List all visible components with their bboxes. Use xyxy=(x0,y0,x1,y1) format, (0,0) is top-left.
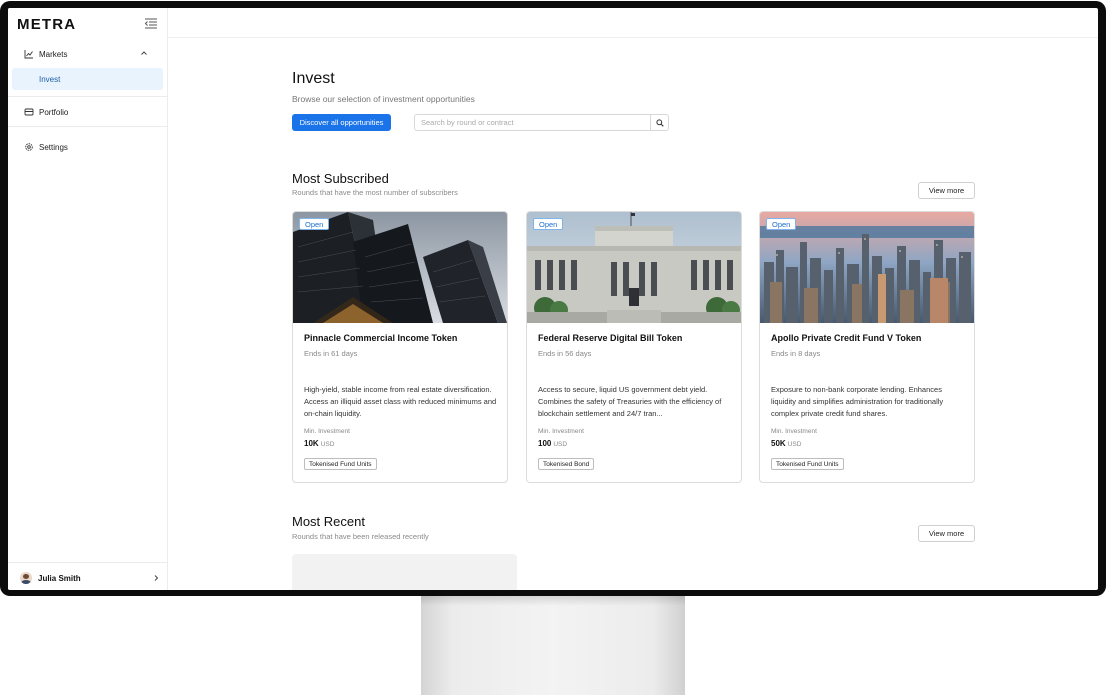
sidebar-collapse-icon[interactable] xyxy=(144,17,158,30)
most-recent-subtitle: Rounds that have been released recently xyxy=(292,532,429,541)
card-description: Exposure to non-bank corporate lending. … xyxy=(771,385,944,418)
sidebar-item-invest[interactable]: Invest xyxy=(12,68,163,90)
discover-all-button[interactable]: Discover all opportunities xyxy=(292,114,391,131)
asset-type-tag: Tokenised Fund Units xyxy=(771,458,844,470)
investment-card[interactable]: Open Federal Reserve Digital Bill Token … xyxy=(526,211,742,483)
card-title: Apollo Private Credit Fund V Token xyxy=(771,333,922,343)
screen: METRA Markets Invest Portfolio Settings … xyxy=(8,8,1098,590)
min-investment-value: 100 USD xyxy=(538,439,568,448)
brand-logo[interactable]: METRA xyxy=(17,16,76,33)
card-ends: Ends in 8 days xyxy=(771,349,821,358)
currency: USD xyxy=(787,441,802,448)
sidebar-item-markets[interactable]: Markets xyxy=(24,46,158,62)
sidebar-item-label: Settings xyxy=(39,142,68,152)
sidebar-item-portfolio[interactable]: Portfolio xyxy=(24,104,158,120)
search-button[interactable] xyxy=(650,115,668,130)
main-content: Invest Browse our selection of investmen… xyxy=(168,38,1098,590)
card-description: Access to secure, liquid US government d… xyxy=(538,385,722,418)
currency: USD xyxy=(553,441,568,448)
user-name: Julia Smith xyxy=(38,573,81,583)
most-recent-title: Most Recent xyxy=(292,514,365,529)
status-badge: Open xyxy=(299,218,330,230)
investment-card[interactable]: Open Pinnacle Commercial Income Token En… xyxy=(292,211,508,483)
sidebar-divider xyxy=(8,126,168,127)
min-investment-label: Min. Investment xyxy=(304,428,350,435)
card-description: High-yield, stable income from real esta… xyxy=(304,385,497,418)
most-subscribed-view-more-button[interactable]: View more xyxy=(918,182,975,199)
chevron-right-icon xyxy=(152,574,160,582)
investment-card[interactable]: Open Apollo Private Credit Fund V Token … xyxy=(759,211,975,483)
min-investment-label: Min. Investment xyxy=(771,428,817,435)
most-subscribed-title: Most Subscribed xyxy=(292,171,389,186)
most-subscribed-subtitle: Rounds that have the most number of subs… xyxy=(292,188,458,197)
min-investment-value: 10K USD xyxy=(304,439,335,448)
portfolio-icon xyxy=(24,107,34,117)
sidebar-item-label: Markets xyxy=(39,49,68,59)
sidebar-item-label: Portfolio xyxy=(39,107,69,117)
chart-line-icon xyxy=(24,49,34,59)
card-title: Federal Reserve Digital Bill Token xyxy=(538,333,683,343)
status-badge: Open xyxy=(766,218,797,230)
avatar xyxy=(20,572,32,584)
sidebar-item-settings[interactable]: Settings xyxy=(24,139,158,155)
sidebar-divider xyxy=(8,562,168,563)
monitor-frame: METRA Markets Invest Portfolio Settings … xyxy=(0,1,1106,596)
chevron-up-icon[interactable] xyxy=(140,49,148,57)
page-title: Invest xyxy=(292,70,335,87)
page-subtitle: Browse our selection of investment oppor… xyxy=(292,94,475,104)
top-bar xyxy=(168,8,1098,38)
card-title: Pinnacle Commercial Income Token xyxy=(304,333,458,343)
min-investment-value: 50K USD xyxy=(771,439,802,448)
min-investment-label: Min. Investment xyxy=(538,428,584,435)
currency: USD xyxy=(320,441,335,448)
monitor-stand-shadow xyxy=(421,596,685,606)
status-badge: Open xyxy=(533,218,564,230)
gear-icon xyxy=(24,142,34,152)
sidebar-item-label: Invest xyxy=(39,74,61,84)
user-menu[interactable]: Julia Smith xyxy=(20,570,160,586)
card-ends: Ends in 56 days xyxy=(538,349,592,358)
asset-type-tag: Tokenised Bond xyxy=(538,458,595,470)
loading-card-placeholder xyxy=(292,554,517,590)
most-recent-view-more-button[interactable]: View more xyxy=(918,525,975,542)
search-box xyxy=(414,114,669,131)
card-ends: Ends in 61 days xyxy=(304,349,358,358)
search-icon xyxy=(655,118,664,127)
sidebar-divider xyxy=(8,96,168,97)
monitor-stand xyxy=(421,596,685,695)
sidebar: METRA Markets Invest Portfolio Settings … xyxy=(8,8,168,590)
search-input[interactable] xyxy=(415,115,651,130)
asset-type-tag: Tokenised Fund Units xyxy=(304,458,377,470)
